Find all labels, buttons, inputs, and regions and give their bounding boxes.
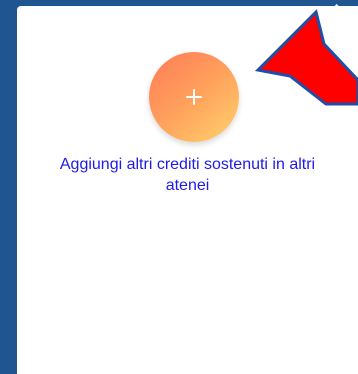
add-credits-button[interactable] — [149, 52, 239, 142]
annotation-arrow: 1 — [254, 0, 358, 106]
annotation-step-number: 1 — [328, 0, 354, 24]
add-credits-caption: Aggiungi altri crediti sostenuti in altr… — [59, 156, 316, 194]
plus-icon — [186, 89, 202, 105]
arrow-icon — [254, 9, 358, 106]
